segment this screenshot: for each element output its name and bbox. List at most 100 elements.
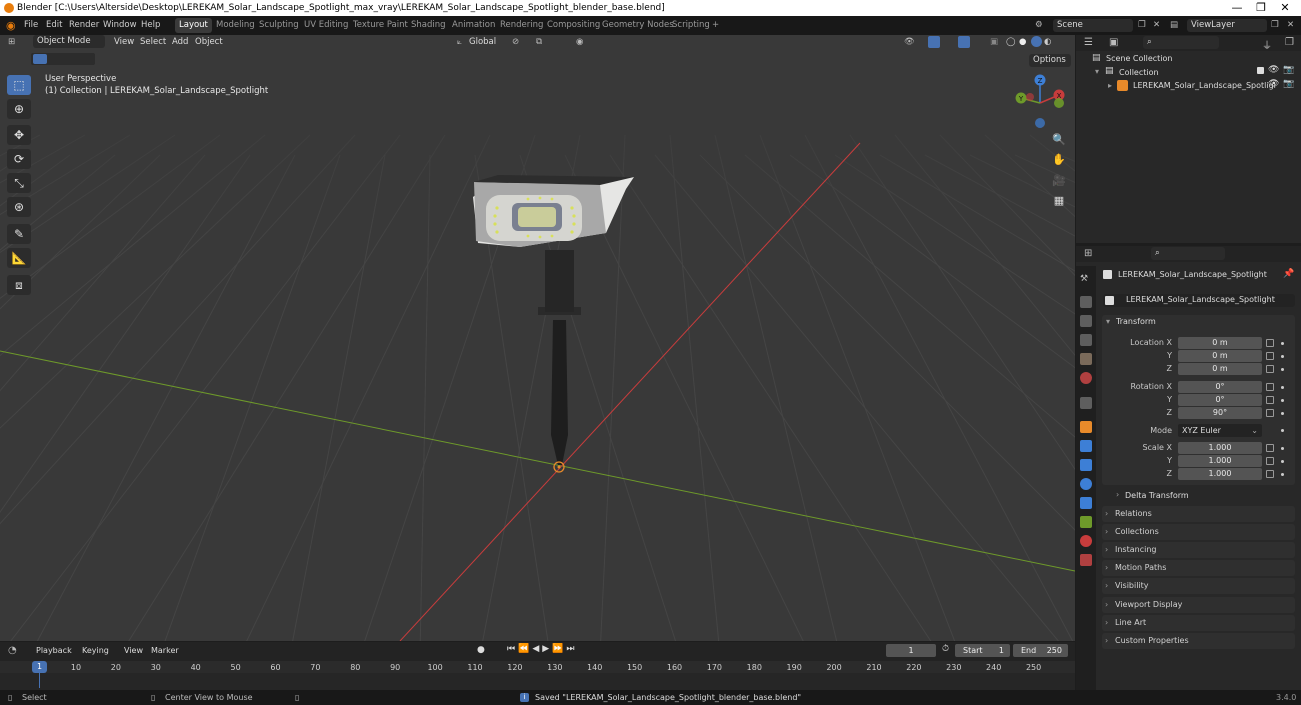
- pan-hand-icon[interactable]: ✋: [1050, 151, 1068, 169]
- gizmo-toggle-icon[interactable]: [928, 36, 940, 48]
- maximize-button[interactable]: ❐: [1249, 0, 1273, 16]
- panel-custom-properties[interactable]: › Custom Properties: [1102, 633, 1295, 649]
- outliner-editor-icon[interactable]: ☰: [1084, 37, 1093, 48]
- tab-shading[interactable]: Shading: [407, 18, 450, 33]
- delete-scene-icon[interactable]: ✕: [1153, 19, 1160, 32]
- xray-icon[interactable]: ▣: [990, 36, 998, 48]
- timeline-menu-marker[interactable]: Marker: [151, 646, 179, 655]
- 3d-viewport[interactable]: ⊞ Object Mode View Select Add Object ⟀ G…: [0, 35, 1075, 641]
- play-icon[interactable]: ▶: [542, 644, 552, 654]
- tool-annotate[interactable]: ✎: [7, 224, 31, 244]
- rotation-mode-select[interactable]: XYZ Euler ⌄: [1178, 424, 1262, 437]
- snap-icon[interactable]: ⧉: [536, 36, 542, 48]
- tool-cursor[interactable]: ⊕: [7, 99, 31, 119]
- playback-controls[interactable]: ⏮⏪◀▶⏩⏭: [507, 644, 578, 654]
- timeline-menu-view[interactable]: View: [124, 646, 143, 655]
- outliner-search-input[interactable]: ⌕: [1143, 36, 1219, 49]
- shading-material-icon[interactable]: [1031, 36, 1042, 47]
- tab-modeling[interactable]: Modeling: [212, 18, 259, 33]
- lock-scale-x-icon[interactable]: [1266, 444, 1274, 452]
- keyframe-dot-icon[interactable]: [1281, 355, 1284, 358]
- scale-y-field[interactable]: 1.000: [1178, 455, 1262, 467]
- navigation-gizmo[interactable]: Z X Y: [1010, 73, 1070, 133]
- tab-texture-paint[interactable]: Texture Paint: [349, 18, 412, 33]
- tool-scale[interactable]: ⤡: [7, 173, 31, 193]
- timeline-menu-keying[interactable]: Keying: [82, 646, 109, 655]
- menu-help[interactable]: Help: [141, 19, 160, 32]
- collection-tab-icon[interactable]: [1080, 397, 1092, 409]
- viewport-menu-object[interactable]: Object: [195, 36, 223, 48]
- panel-line-art[interactable]: › Line Art: [1102, 615, 1295, 631]
- scene-tab-icon[interactable]: [1080, 353, 1092, 365]
- play-reverse-icon[interactable]: ◀: [532, 644, 542, 654]
- keyframe-dot-icon[interactable]: [1281, 460, 1284, 463]
- zoom-icon[interactable]: 🔍: [1050, 131, 1068, 149]
- timeline-editor-icon[interactable]: ◔: [8, 645, 17, 656]
- perspective-toggle-icon[interactable]: ▦: [1050, 192, 1068, 210]
- scene-collection-label[interactable]: Scene Collection: [1106, 54, 1173, 63]
- tool-measure[interactable]: 📐: [7, 248, 31, 268]
- panel-motion-paths[interactable]: › Motion Paths: [1102, 560, 1295, 576]
- collection-label[interactable]: Collection: [1119, 68, 1159, 77]
- view-layer-tab-icon[interactable]: [1080, 334, 1092, 346]
- lock-location-z-icon[interactable]: [1266, 365, 1274, 373]
- keyframe-dot-icon[interactable]: [1281, 447, 1284, 450]
- keyframe-dot-icon[interactable]: [1281, 429, 1284, 432]
- tab-scripting[interactable]: Scripting: [668, 18, 714, 33]
- object-name-field[interactable]: LEREKAM_Solar_Landscape_Spotlight: [1103, 294, 1295, 307]
- scene-selector[interactable]: Scene: [1053, 19, 1133, 32]
- jump-start-icon[interactable]: ⏮: [507, 644, 518, 654]
- select-mode-buttons[interactable]: [31, 53, 95, 65]
- lock-scale-y-icon[interactable]: [1266, 457, 1274, 465]
- collection-render-icon[interactable]: 📷: [1283, 65, 1294, 75]
- tab-layout[interactable]: Layout: [175, 18, 212, 33]
- location-x-field[interactable]: 0 m: [1178, 337, 1262, 349]
- jump-end-icon[interactable]: ⏭: [566, 644, 577, 654]
- mode-selector[interactable]: Object Mode: [33, 35, 105, 48]
- editor-type-icon[interactable]: ⊞: [8, 36, 15, 48]
- lock-location-x-icon[interactable]: [1266, 339, 1274, 347]
- current-frame-field[interactable]: 1: [886, 644, 936, 657]
- panel-instancing[interactable]: › Instancing: [1102, 542, 1295, 558]
- object-render-icon[interactable]: 📷: [1283, 79, 1294, 89]
- object-label[interactable]: LEREKAM_Solar_Landscape_Spotligl: [1133, 81, 1276, 90]
- lock-rotation-y-icon[interactable]: [1266, 396, 1274, 404]
- object-tab-icon[interactable]: [1080, 421, 1092, 433]
- overlay-toggle-icon[interactable]: [958, 36, 970, 48]
- prev-keyframe-icon[interactable]: ⏪: [518, 644, 532, 654]
- menu-file[interactable]: File: [24, 19, 38, 32]
- add-workspace-button[interactable]: +: [708, 18, 723, 33]
- start-frame-field[interactable]: Start 1: [955, 644, 1010, 657]
- pin-icon[interactable]: 📌: [1283, 269, 1294, 279]
- tool-rotate[interactable]: ⟳: [7, 149, 31, 169]
- scale-z-field[interactable]: 1.000: [1178, 468, 1262, 480]
- collection-visibility-icon[interactable]: 👁: [1268, 65, 1279, 75]
- tool-transform[interactable]: ⊛: [7, 197, 31, 217]
- rotation-x-field[interactable]: 0°: [1178, 381, 1262, 393]
- tab-rendering[interactable]: Rendering: [496, 18, 547, 33]
- delete-view-layer-icon[interactable]: ✕: [1287, 19, 1294, 32]
- viewport-menu-view[interactable]: View: [114, 36, 134, 48]
- record-icon[interactable]: ●: [477, 645, 485, 655]
- material-tab-icon[interactable]: [1080, 535, 1092, 547]
- clock-icon[interactable]: ⏱: [942, 644, 949, 654]
- modifier-tab-icon[interactable]: [1080, 440, 1092, 452]
- rotation-z-field[interactable]: 90°: [1178, 407, 1262, 419]
- lock-scale-z-icon[interactable]: [1266, 470, 1274, 478]
- location-z-field[interactable]: 0 m: [1178, 363, 1262, 375]
- keyframe-track[interactable]: [0, 673, 1075, 690]
- tab-geometry-nodes[interactable]: Geometry Nodes: [598, 18, 678, 33]
- viewport-menu-select[interactable]: Select: [140, 36, 166, 48]
- tool-select-box[interactable]: ⬚: [7, 75, 31, 95]
- lock-rotation-x-icon[interactable]: [1266, 383, 1274, 391]
- output-tab-icon[interactable]: [1080, 315, 1092, 327]
- object-visibility-icon[interactable]: 👁: [1268, 79, 1279, 89]
- tab-animation[interactable]: Animation: [448, 18, 499, 33]
- properties-editor-icon[interactable]: ⊞: [1084, 248, 1092, 259]
- camera-view-icon[interactable]: 🎥: [1050, 172, 1068, 190]
- tab-compositing[interactable]: Compositing: [543, 18, 604, 33]
- panel-collections[interactable]: › Collections: [1102, 524, 1295, 540]
- data-tab-icon[interactable]: [1080, 516, 1092, 528]
- transform-collapse-icon[interactable]: ▾: [1106, 317, 1110, 326]
- end-frame-field[interactable]: End 250: [1013, 644, 1068, 657]
